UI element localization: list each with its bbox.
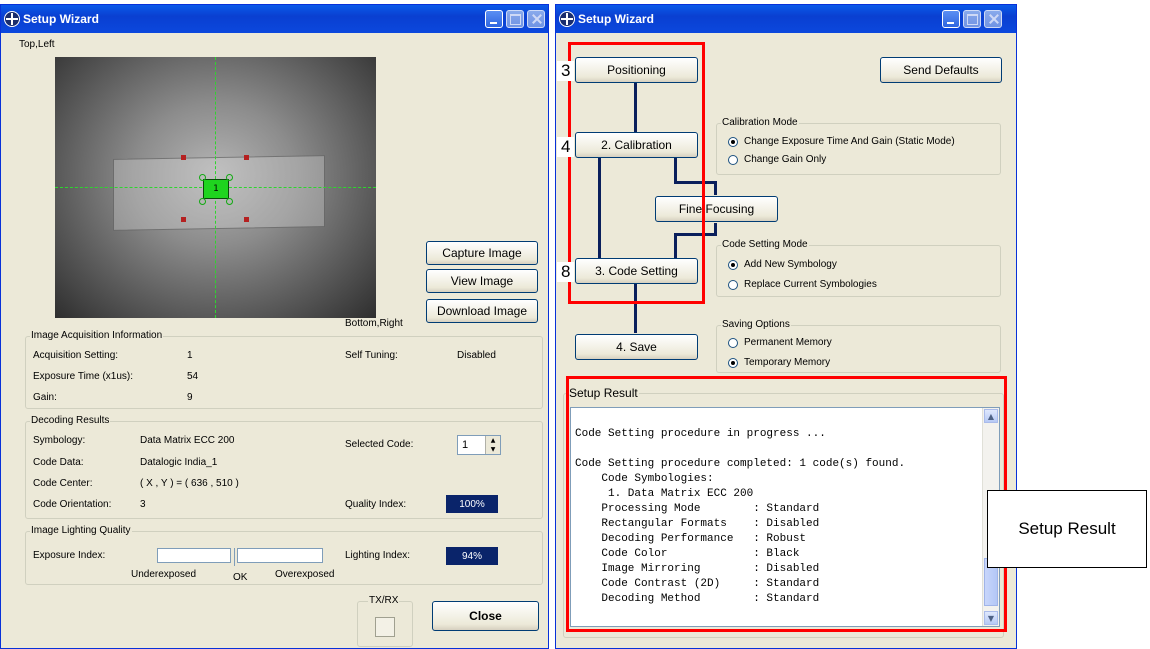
flow-connector xyxy=(714,181,717,195)
calibration-mode-legend: Calibration Mode xyxy=(721,117,799,128)
calibration-step-number: 4 xyxy=(557,137,575,157)
saving-option2-radio[interactable] xyxy=(728,358,738,368)
quality-index-badge: 100% xyxy=(446,495,498,513)
calibration-option2-radio[interactable] xyxy=(728,155,738,165)
code-setting-option2-label[interactable]: Replace Current Symbologies xyxy=(744,279,877,290)
steps-highlight-box xyxy=(568,42,705,304)
acquisition-setting-value: 1 xyxy=(187,350,193,361)
calibration-option2-label[interactable]: Change Gain Only xyxy=(744,154,826,165)
calibration-mode-group: Calibration Mode xyxy=(716,117,1001,175)
code-corner-handle xyxy=(226,174,233,181)
self-tuning-value: Disabled xyxy=(457,350,496,361)
positioning-step-number: 3 xyxy=(557,61,575,81)
exposure-time-label: Exposure Time (x1us): xyxy=(33,371,134,382)
ok-label: OK xyxy=(233,572,248,583)
underexposed-bar xyxy=(157,548,231,563)
top-left-label: Top,Left xyxy=(19,39,55,50)
camera-image: 1 xyxy=(55,57,376,318)
code-orientation-value: 3 xyxy=(140,499,146,510)
self-tuning-label: Self Tuning: xyxy=(345,350,398,361)
lighting-index-badge: 94% xyxy=(446,547,498,565)
saving-option2-label[interactable]: Temporary Memory xyxy=(744,357,830,368)
spinner-down-arrow-icon[interactable]: ▼ xyxy=(485,445,500,454)
left-window-title: Setup Wizard xyxy=(23,12,99,26)
right-title-bar[interactable]: Setup Wizard xyxy=(556,5,1016,33)
left-setup-wizard-window: Setup Wizard Top,Left 1 Capture Image Vi… xyxy=(0,4,549,649)
code-corner-handle xyxy=(226,198,233,205)
code-corner-handle xyxy=(199,174,206,181)
lighting-legend: Image Lighting Quality xyxy=(30,525,132,536)
code-data-value: Datalogic India_1 xyxy=(140,457,218,468)
selected-code-label: Selected Code: xyxy=(345,439,414,450)
saving-option1-label[interactable]: Permanent Memory xyxy=(744,337,832,348)
setup-result-highlight-box xyxy=(566,376,1007,632)
bottom-right-label: Bottom,Right xyxy=(345,318,403,329)
code-setting-option1-label[interactable]: Add New Symbology xyxy=(744,259,837,270)
code-setting-option1-radio[interactable] xyxy=(728,260,738,270)
right-setup-wizard-window: Setup Wizard Positioning 2. Calibration … xyxy=(555,4,1017,649)
left-title-bar[interactable]: Setup Wizard xyxy=(1,5,548,33)
capture-image-button[interactable]: Capture Image xyxy=(426,241,538,265)
view-image-button[interactable]: View Image xyxy=(426,269,538,293)
txrx-indicator xyxy=(375,617,395,637)
selected-code-spinner[interactable]: 1 ▲ ▼ xyxy=(457,435,501,455)
calibration-option1-radio[interactable] xyxy=(728,137,738,147)
spinner-up-arrow-icon[interactable]: ▲ xyxy=(485,436,500,445)
roi-marker xyxy=(244,155,249,160)
code-data-label: Code Data: xyxy=(33,457,84,468)
setup-result-callout: Setup Result xyxy=(987,490,1147,568)
code-corner-handle xyxy=(199,198,206,205)
app-icon xyxy=(4,11,20,27)
close-window-button xyxy=(527,10,545,28)
close-window-button xyxy=(984,10,1002,28)
roi-marker xyxy=(181,155,186,160)
send-defaults-button[interactable]: Send Defaults xyxy=(880,57,1002,83)
gain-value: 9 xyxy=(187,392,193,403)
maximize-button xyxy=(506,10,524,28)
acquisition-setting-label: Acquisition Setting: xyxy=(33,350,119,361)
saving-options-legend: Saving Options xyxy=(721,319,791,330)
decoded-code-marker: 1 xyxy=(203,179,229,199)
gain-label: Gain: xyxy=(33,392,57,403)
code-setting-option2-radio[interactable] xyxy=(728,280,738,290)
calibration-option1-label[interactable]: Change Exposure Time And Gain (Static Mo… xyxy=(744,136,955,147)
acquisition-legend: Image Acquisition Information xyxy=(30,330,164,341)
roi-marker xyxy=(244,217,249,222)
symbology-value: Data Matrix ECC 200 xyxy=(140,435,235,446)
code-setting-mode-legend: Code Setting Mode xyxy=(721,239,809,250)
right-window-title: Setup Wizard xyxy=(578,12,654,26)
maximize-button xyxy=(963,10,981,28)
flow-connector xyxy=(714,223,717,236)
selected-code-value[interactable]: 1 xyxy=(462,439,468,451)
quality-index-label: Quality Index: xyxy=(345,499,407,510)
symbology-label: Symbology: xyxy=(33,435,86,446)
exposure-time-value: 54 xyxy=(187,371,199,382)
roi-marker xyxy=(181,217,186,222)
code-marker-label: 1 xyxy=(213,184,219,194)
minimize-button[interactable] xyxy=(942,10,960,28)
ok-tick xyxy=(234,548,235,566)
code-orientation-label: Code Orientation: xyxy=(33,499,112,510)
overexposed-label: Overexposed xyxy=(275,569,335,580)
underexposed-label: Underexposed xyxy=(131,569,197,580)
code-center-label: Code Center: xyxy=(33,478,93,489)
txrx-legend: TX/RX xyxy=(368,595,400,606)
saving-option1-radio[interactable] xyxy=(728,338,738,348)
minimize-button[interactable] xyxy=(485,10,503,28)
app-icon xyxy=(559,11,575,27)
save-button[interactable]: 4. Save xyxy=(575,334,698,360)
code-setting-step-number: 8 xyxy=(557,262,575,282)
setup-result-callout-label: Setup Result xyxy=(1018,519,1116,538)
overexposed-bar xyxy=(237,548,323,563)
close-button[interactable]: Close xyxy=(432,601,539,631)
lighting-index-label: Lighting Index: xyxy=(345,550,411,561)
download-image-button[interactable]: Download Image xyxy=(426,299,538,323)
code-center-value: ( X , Y ) = ( 636 , 510 ) xyxy=(140,478,239,489)
decoding-legend: Decoding Results xyxy=(30,415,111,426)
exposure-index-label: Exposure Index: xyxy=(33,550,106,561)
